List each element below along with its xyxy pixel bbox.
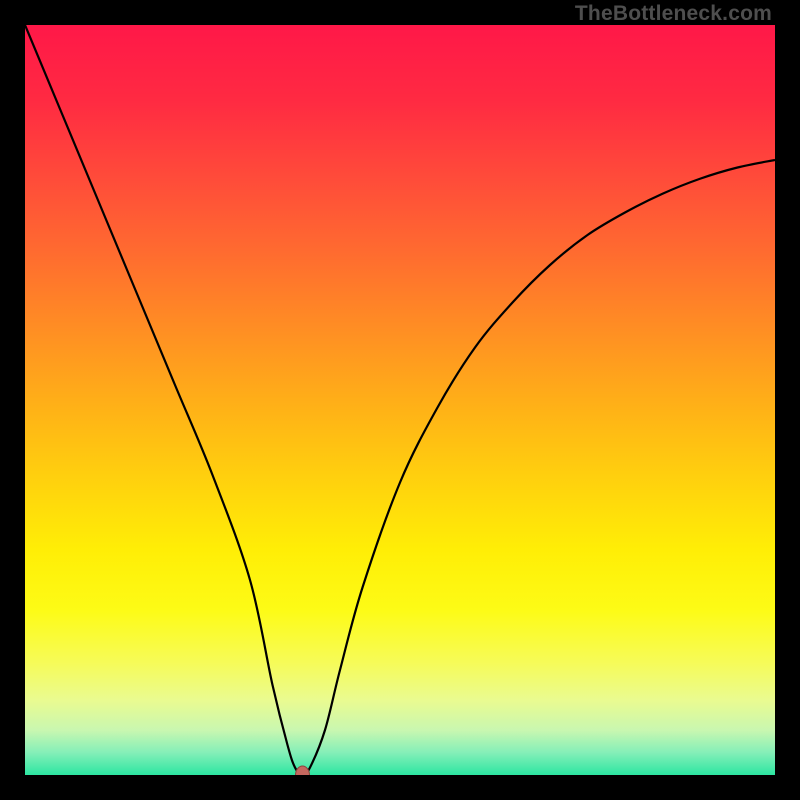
curve-layer — [25, 25, 775, 775]
watermark-text: TheBottleneck.com — [575, 2, 772, 26]
chart-stage: TheBottleneck.com — [0, 0, 800, 800]
plot-area — [25, 25, 775, 775]
bottleneck-curve — [25, 25, 775, 775]
marker-dot — [296, 766, 310, 775]
